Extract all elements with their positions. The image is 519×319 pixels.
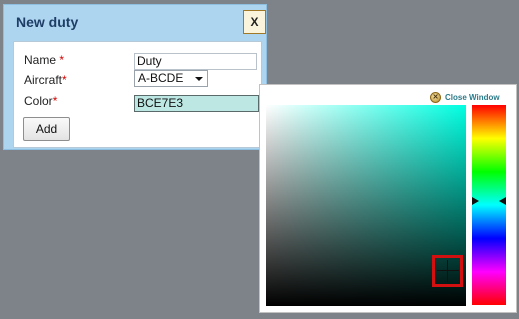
color-required-mark: * <box>52 94 58 108</box>
dialog-title: New duty <box>16 14 79 30</box>
close-dialog-button[interactable]: X <box>243 10 266 34</box>
color-label: Color* <box>24 94 57 108</box>
aircraft-label: Aircraft* <box>24 73 67 87</box>
hue-slider[interactable] <box>472 105 506 305</box>
color-picker-panel: ✕ Close Window <box>259 84 517 313</box>
crosshair-icon-horizontal <box>437 270 459 271</box>
name-label-text: Name <box>24 53 57 67</box>
name-input[interactable]: Duty <box>134 53 257 70</box>
aircraft-select[interactable]: A-BCDE <box>134 70 208 87</box>
aircraft-select-value: A-BCDE <box>138 71 184 85</box>
selected-color-marker[interactable] <box>432 255 463 287</box>
hue-marker-right-arrow-icon[interactable] <box>499 197 506 205</box>
hue-marker-left-arrow-icon[interactable] <box>472 197 479 205</box>
color-label-text: Color <box>24 94 53 108</box>
color-input[interactable]: BCE7E3 <box>134 95 259 112</box>
close-window-label: Close Window <box>445 92 500 102</box>
crosshair-icon <box>447 260 448 282</box>
aircraft-label-text: Aircraft <box>24 73 63 87</box>
saturation-value-area[interactable] <box>266 105 466 306</box>
add-button[interactable]: Add <box>23 117 70 141</box>
aircraft-required-mark: * <box>62 73 67 87</box>
close-window-link[interactable]: ✕ Close Window <box>430 90 500 104</box>
name-required-mark: * <box>59 53 65 67</box>
name-label: Name * <box>24 53 64 67</box>
new-duty-dialog: New duty X Name * Duty Aircraft* A-BCDE … <box>3 4 267 150</box>
chevron-down-icon <box>195 77 203 81</box>
dialog-form: Name * Duty Aircraft* A-BCDE Color* BCE7… <box>13 41 262 148</box>
close-icon: ✕ <box>430 91 441 103</box>
